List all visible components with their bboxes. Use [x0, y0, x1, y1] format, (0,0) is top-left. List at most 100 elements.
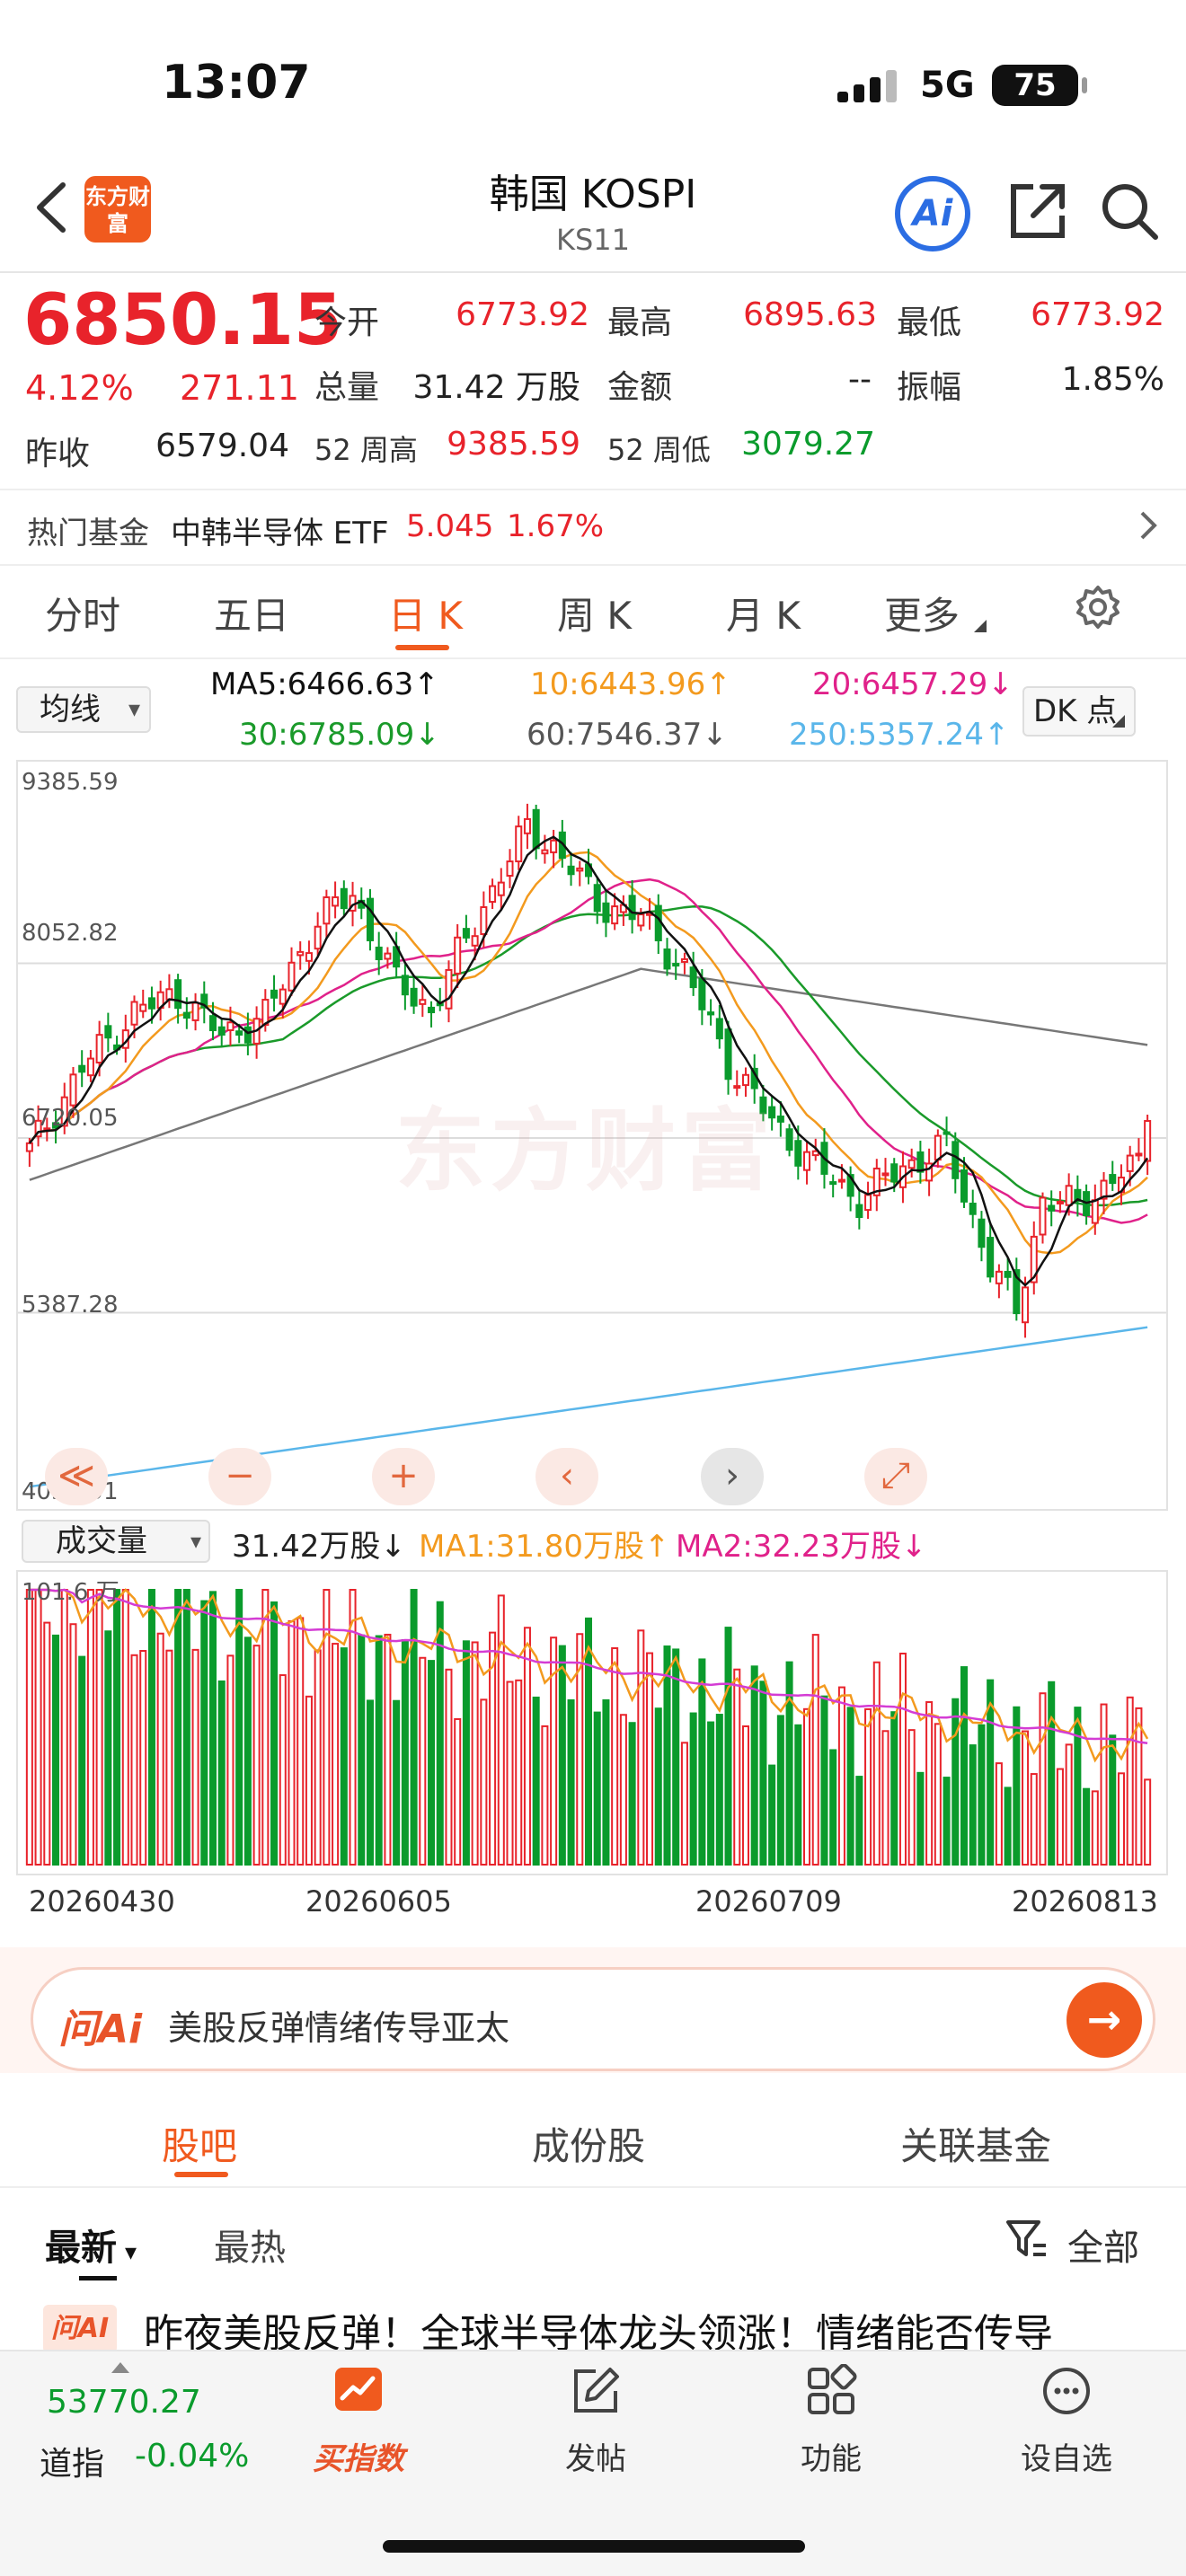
nav-post[interactable]: 发帖 — [519, 2364, 672, 2478]
ma-select[interactable]: 均线 — [16, 686, 151, 733]
candle-body — [715, 1018, 723, 1040]
candle-body — [532, 808, 540, 850]
volume-bar — [95, 1589, 103, 1866]
volume-bar — [428, 1660, 436, 1866]
volume-bar — [1074, 1707, 1082, 1866]
volume-bar — [217, 1680, 226, 1866]
candle-body — [637, 913, 645, 927]
volume-select[interactable]: 成交量 — [22, 1520, 210, 1563]
candle-body — [724, 1028, 732, 1081]
candle-body — [217, 1026, 226, 1036]
status-time: 13:07 — [162, 56, 311, 110]
ai-query-box[interactable]: 问Ai 美股反弹情绪传导亚太 → — [31, 1967, 1155, 2071]
scroll-left-button[interactable]: ‹ — [535, 1448, 598, 1505]
volume-bar — [934, 1723, 942, 1866]
candle-body — [689, 966, 697, 989]
sort-latest[interactable]: 最新 ▾ — [45, 2219, 137, 2271]
tab-related-funds[interactable]: 关联基金 — [900, 2116, 1051, 2171]
candle-body — [969, 1203, 977, 1215]
candle-body — [419, 999, 427, 1005]
volume-chart[interactable] — [16, 1570, 1168, 1875]
candle-body — [541, 849, 549, 855]
volume-bar — [332, 1643, 340, 1866]
candle-body — [375, 946, 383, 961]
volume-bar — [829, 1749, 837, 1866]
scroll-right-button[interactable]: › — [701, 1448, 764, 1505]
tab-weekly-k[interactable]: 周 K — [557, 586, 632, 640]
hot-fund-price: 5.045 — [406, 508, 494, 544]
caret-icon — [974, 620, 987, 632]
sort-hot[interactable]: 最热 — [214, 2219, 286, 2271]
volume-bar — [925, 1701, 934, 1866]
filter-label[interactable]: 全部 — [1067, 2219, 1139, 2271]
volume-bar — [951, 1698, 960, 1866]
tab-five-day[interactable]: 五日 — [214, 586, 289, 640]
volume-bar — [226, 1654, 235, 1866]
volume-bar — [733, 1668, 741, 1866]
tab-intraday[interactable]: 分时 — [45, 586, 120, 640]
zoom-out-button[interactable]: − — [208, 1448, 271, 1505]
post-title[interactable]: 昨夜美股反弹！全球半导体龙头领涨！情绪能否传导 — [144, 2301, 1186, 2351]
chevron-down-icon: ▾ — [117, 2239, 137, 2266]
search-icon[interactable] — [1098, 180, 1161, 243]
watermark: 东方财富 — [395, 1098, 776, 1204]
volume-bar — [960, 1666, 969, 1866]
volume-bar — [182, 1589, 190, 1866]
wk52-low-label: 52 周低 — [607, 433, 711, 467]
hot-fund-bar[interactable]: 热门基金 中韩半导体 ETF 5.045 1.67% — [0, 489, 1186, 566]
gear-icon[interactable] — [1075, 584, 1121, 631]
nav-functions-label: 功能 — [801, 2441, 862, 2477]
zoom-start-button[interactable]: ≪ — [45, 1448, 108, 1505]
candle-body — [1048, 1204, 1056, 1212]
ai-label: 问Ai — [58, 2007, 143, 2052]
low-label: 最低 — [897, 304, 962, 341]
volume-bar — [314, 1649, 322, 1866]
tab-constituents[interactable]: 成份股 — [532, 2116, 645, 2171]
volume-bar — [803, 1707, 811, 1866]
volume-bar — [174, 1589, 182, 1866]
candle-body — [907, 1159, 916, 1169]
volume-bar — [323, 1589, 331, 1866]
volume-bar — [995, 1762, 1003, 1866]
candle-body — [1135, 1152, 1143, 1157]
ticker-value[interactable]: 53770.27 — [47, 2384, 201, 2421]
candle-body — [1091, 1199, 1099, 1224]
chevron-right-icon — [1140, 511, 1157, 540]
volume-bar — [497, 1594, 505, 1866]
tab-more[interactable]: 更多 — [884, 586, 960, 640]
volume-bar — [646, 1652, 654, 1866]
share-icon[interactable] — [1006, 180, 1069, 243]
zoom-in-button[interactable]: + — [372, 1448, 435, 1505]
ticker-percent[interactable]: -0.04% — [135, 2438, 249, 2475]
nav-add-watchlist[interactable]: 设自选 — [990, 2364, 1143, 2478]
volume-bar — [820, 1695, 828, 1866]
ai-button[interactable]: Ai — [895, 176, 970, 251]
tab-forum[interactable]: 股吧 — [162, 2116, 237, 2171]
filter-icon[interactable] — [1005, 2217, 1049, 2262]
arrow-right-icon[interactable]: → — [1067, 1982, 1142, 2058]
tab-monthly-k[interactable]: 月 K — [726, 586, 801, 640]
volume-bar — [846, 1707, 854, 1866]
volume-bar — [139, 1650, 147, 1866]
nav-functions[interactable]: 功能 — [755, 2363, 907, 2478]
x-date-label: 20260813 — [1012, 1884, 1158, 1919]
candle-body — [987, 1237, 995, 1278]
dk-point-button[interactable]: DK 点 — [1022, 686, 1136, 737]
app-logo[interactable]: 东方财富 — [84, 176, 151, 243]
nav-buy-index[interactable]: 买指数 — [282, 2364, 435, 2478]
candle-body — [340, 887, 348, 910]
candle-body — [454, 936, 462, 975]
volume-bar — [1048, 1681, 1056, 1866]
volume-bar — [768, 1764, 776, 1866]
fullscreen-button[interactable]: ⤢ — [864, 1448, 927, 1505]
sort-latest-underline — [79, 2276, 117, 2280]
y-tick: 5387.28 — [22, 1292, 119, 1319]
candle-body — [698, 977, 706, 1010]
ticker-name[interactable]: 道指 — [40, 2438, 104, 2484]
tab-daily-k[interactable]: 日 K — [388, 586, 463, 640]
back-icon[interactable] — [32, 180, 72, 235]
wk52-high-value: 9385.59 — [447, 426, 580, 463]
candle-body — [147, 997, 155, 1010]
volume-bar — [680, 1742, 688, 1866]
candle-body — [995, 1270, 1003, 1284]
